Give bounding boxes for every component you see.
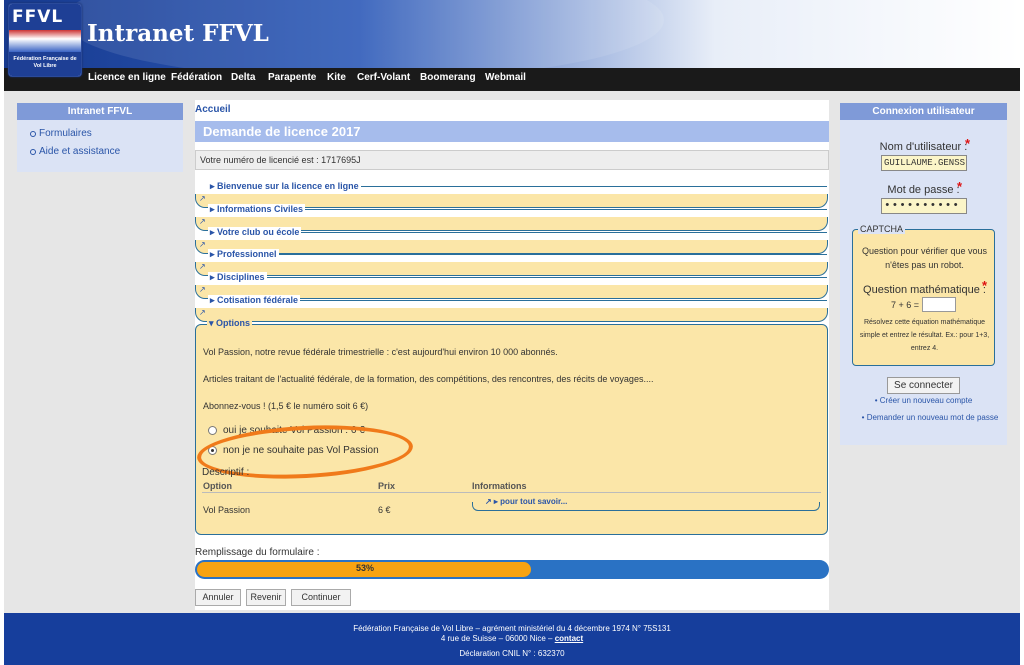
expand-arrow-icon: ↗ <box>199 308 206 317</box>
ffvl-logo[interactable]: FFVL Fédération Française de Vol Libre <box>8 3 82 77</box>
math-question: 7 + 6 = <box>891 300 920 310</box>
col-header-prix: Prix <box>378 481 396 491</box>
continue-button[interactable]: Continuer <box>291 589 351 606</box>
site-footer: Fédération Française de Vol Libre – agré… <box>4 613 1020 665</box>
password-label: Mot de passe : <box>887 184 960 196</box>
section-label: ▸ Professionnel <box>208 249 279 260</box>
site-title: Intranet FFVL <box>87 20 269 47</box>
nav-parapente[interactable]: Parapente <box>268 72 316 83</box>
captcha-intro: Question pour vérifier que vous n'êtes p… <box>861 246 988 270</box>
left-sidebar: Intranet FFVL Formulaires Aide et assist… <box>17 103 183 172</box>
vol-passion-intro: Vol Passion, notre revue fédérale trimes… <box>203 347 558 357</box>
nav-kite[interactable]: Kite <box>327 72 346 83</box>
right-sidebar: Connexion utilisateur Nom d'utilisateur … <box>840 103 1007 445</box>
login-title: Connexion utilisateur <box>840 103 1007 120</box>
sidebar-item-formulaires[interactable]: Formulaires <box>30 128 183 139</box>
progress-percent: 53% <box>355 563 374 573</box>
cancel-button[interactable]: Annuler <box>195 589 241 606</box>
cell-option: Vol Passion <box>203 505 251 515</box>
main-nav: Licence en ligne Fédération Delta Parape… <box>4 68 1020 91</box>
required-marker: * <box>965 136 971 151</box>
logo-text: FFVL <box>9 4 81 30</box>
section-label: ▸ Disciplines <box>208 272 267 283</box>
section-professionnel[interactable]: ↗ ▸ Professionnel <box>195 249 828 276</box>
captcha-answer-input[interactable] <box>922 297 956 312</box>
contact-link[interactable]: contact <box>555 634 583 643</box>
expand-arrow-icon: ↗ <box>199 240 206 249</box>
login-button[interactable]: Se connecter <box>887 377 960 394</box>
section-cotisation[interactable]: ↗ ▸ Cotisation fédérale <box>195 295 828 322</box>
expand-arrow-icon: ↗ <box>199 194 206 203</box>
col-header-option: Option <box>203 481 232 491</box>
table-divider <box>202 492 821 493</box>
back-button[interactable]: Revenir <box>246 589 286 606</box>
main-content: Accueil Demande de licence 2017 Votre nu… <box>195 100 829 610</box>
fill-label: Remplissage du formulaire : <box>195 547 320 558</box>
info-collapsible[interactable]: ↗ ▸ pour tout savoir... <box>472 497 820 511</box>
expand-arrow-icon: ↗ <box>199 285 206 294</box>
footer-line1: Fédération Française de Vol Libre – agré… <box>353 624 671 633</box>
nav-webmail[interactable]: Webmail <box>485 72 526 83</box>
logo-subtitle: Fédération Française de Vol Libre <box>9 52 81 76</box>
captcha-fieldset: CAPTCHA Question pour vérifier que vous … <box>852 224 995 366</box>
nav-delta[interactable]: Delta <box>231 72 255 83</box>
section-club[interactable]: ↗ ▸ Votre club ou école <box>195 227 828 254</box>
section-label: ▸ Bienvenue sur la licence en ligne <box>208 181 361 192</box>
vol-passion-articles: Articles traitant de l'actualité fédéral… <box>203 374 654 384</box>
col-header-informations: Informations <box>472 481 527 491</box>
options-legend[interactable]: ▾ Options <box>207 318 253 329</box>
expand-arrow-icon: ↗ <box>199 217 206 226</box>
username-input[interactable]: GUILLAUME.GENSS <box>881 155 967 171</box>
section-label: ▸ Informations Civiles <box>208 204 306 215</box>
captcha-legend: CAPTCHA <box>858 224 906 234</box>
password-input[interactable]: •••••••••• <box>881 198 967 214</box>
nav-cerf-volant[interactable]: Cerf-Volant <box>357 72 410 83</box>
nav-boomerang[interactable]: Boomerang <box>420 72 476 83</box>
progress-bar: 53% <box>195 560 829 579</box>
descriptif-title: Descriptif : <box>202 467 250 478</box>
info-link[interactable]: ↗ ▸ pour tout savoir... <box>483 497 570 506</box>
expand-arrow-icon: ↗ <box>199 262 206 271</box>
licence-number: Votre numéro de licencié est : 1717695J <box>195 150 829 170</box>
radio-button[interactable] <box>208 426 217 435</box>
sidebar-item-aide[interactable]: Aide et assistance <box>30 146 183 157</box>
required-marker: * <box>957 179 963 194</box>
math-question-label: Question mathématique : <box>863 284 986 296</box>
breadcrumb[interactable]: Accueil <box>195 104 231 115</box>
nav-federation[interactable]: Fédération <box>171 72 222 83</box>
footer-line3: Déclaration CNIL N° : 632370 <box>459 649 565 658</box>
page-title: Demande de licence 2017 <box>195 121 829 142</box>
new-password-link[interactable]: • Demander un nouveau mot de passe <box>860 412 1000 424</box>
nav-licence-en-ligne[interactable]: Licence en ligne <box>88 72 166 83</box>
create-account-link[interactable]: • Créer un nouveau compte <box>840 396 1007 405</box>
required-marker: * <box>982 278 988 293</box>
cell-prix: 6 € <box>378 505 391 515</box>
section-label: ▸ Votre club ou école <box>208 227 302 238</box>
logo-wing <box>9 30 81 52</box>
footer-line2: 4 rue de Suisse – 06000 Nice – contact <box>440 634 584 643</box>
subscribe-text: Abonnez-vous ! (1,5 € le numéro soit 6 €… <box>203 401 369 411</box>
username-label: Nom d'utilisateur : <box>879 141 968 153</box>
math-help: Résolvez cette équation mathématique sim… <box>859 319 990 352</box>
left-sidebar-title: Intranet FFVL <box>17 103 183 120</box>
section-label: ▸ Cotisation fédérale <box>208 295 301 306</box>
